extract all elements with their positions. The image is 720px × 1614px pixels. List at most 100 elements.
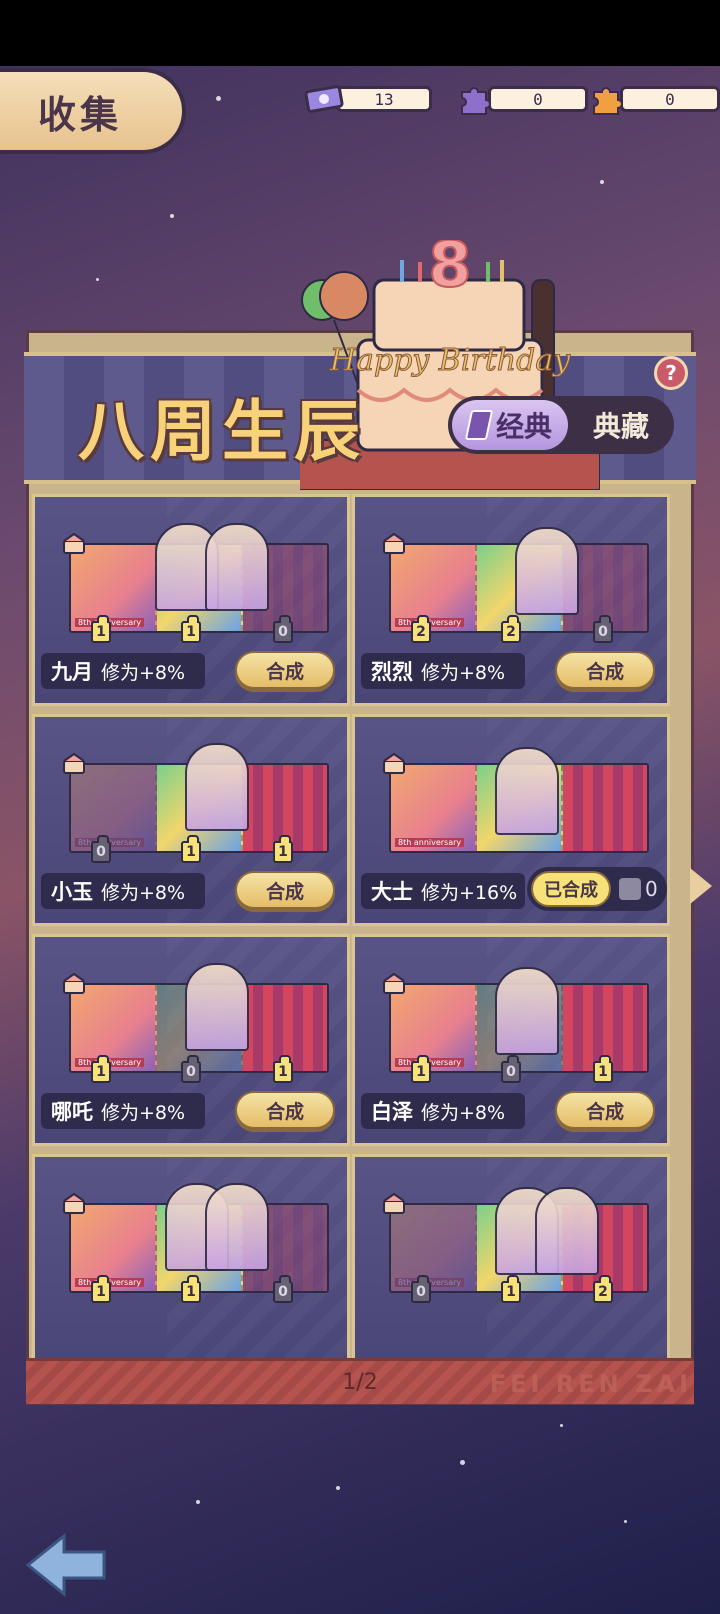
currency-purple-puzzle[interactable]: 0 xyxy=(456,84,588,115)
collection-card[interactable]: 8th anniversary 0 1 2 xyxy=(352,1154,670,1358)
currency-orange-puzzle[interactable]: 0 xyxy=(588,84,720,115)
merged-status: 已合成 0 xyxy=(527,867,667,911)
piece-counts: 2 2 0 xyxy=(355,615,667,647)
merge-button[interactable]: 合成 xyxy=(235,871,335,909)
cake-icon xyxy=(63,972,85,994)
piece-count-badge: 1 xyxy=(91,615,111,643)
character-name: 哪吒 xyxy=(51,1100,93,1124)
piece-count-badge: 1 xyxy=(181,1275,201,1303)
ticket-count: 13 xyxy=(336,86,432,112)
back-arrow-icon[interactable] xyxy=(24,1532,108,1598)
piece-counts: 1 0 1 xyxy=(35,1055,347,1087)
purple-puzzle-icon xyxy=(461,87,491,115)
bonus-text: 修为+8% xyxy=(101,661,186,684)
piece-count-badge: 0 xyxy=(593,615,613,643)
piece-count-badge: 1 xyxy=(181,835,201,863)
piece-count-badge: 0 xyxy=(501,1055,521,1083)
character-name: 烈烈 xyxy=(371,660,413,684)
watermark: FEI REN ZAI xyxy=(489,1370,692,1398)
piece-count-badge: 1 xyxy=(91,1275,111,1303)
bonus-text: 修为+8% xyxy=(421,1101,506,1124)
merge-button[interactable]: 合成 xyxy=(555,651,655,689)
piece-count-badge: 1 xyxy=(181,615,201,643)
puzzle-piece: 8th anniversary xyxy=(391,545,477,631)
mode-toggle[interactable]: 经典 典藏 xyxy=(448,396,674,454)
piece-counts: 0 1 2 xyxy=(355,1275,667,1307)
puzzle-piece: 8th anniversary xyxy=(391,985,477,1071)
character-name: 小玉 xyxy=(51,880,93,904)
character-figure xyxy=(495,747,559,835)
sparkle xyxy=(560,1424,563,1427)
purple-puzzle-count: 0 xyxy=(488,86,588,112)
card-grid: 8th anniversary 1 1 0 九月 修为+8% 合成 8th anniversa… xyxy=(32,494,688,1358)
card-name-tag: 九月 修为+8% xyxy=(41,653,205,689)
cake-number: 8 xyxy=(428,240,471,301)
piece-count-badge: 1 xyxy=(91,1055,111,1083)
card-chip-icon xyxy=(464,410,494,440)
piece-count-badge: 0 xyxy=(91,835,111,863)
collection-card[interactable]: 8th anniversary 1 0 1 哪吒 修为+8% 合成 xyxy=(32,934,350,1146)
puzzle-piece: 8th anniversary xyxy=(71,765,157,851)
puzzle-piece: 8th anniversary xyxy=(71,985,157,1071)
mode-collector-button[interactable]: 典藏 xyxy=(568,405,674,445)
piece-count-badge: 2 xyxy=(411,615,431,643)
card-name-tag: 大士 修为+16% xyxy=(361,873,525,909)
help-button[interactable]: ? xyxy=(654,356,688,390)
piece-count-badge: 0 xyxy=(273,615,293,643)
character-figure xyxy=(535,1187,599,1275)
puzzle-icon xyxy=(619,878,641,900)
merge-button[interactable]: 合成 xyxy=(235,1091,335,1129)
card-name-tag: 哪吒 修为+8% xyxy=(41,1093,205,1129)
collection-tab-label: 收集 xyxy=(38,92,123,137)
cake-text: Happy Birthday xyxy=(329,343,571,378)
orange-puzzle-icon xyxy=(593,87,623,115)
puzzle-piece xyxy=(563,765,647,851)
piece-counts: 1 1 0 xyxy=(35,615,347,647)
mode-classic-button[interactable]: 经典 xyxy=(452,400,568,450)
anniversary-label: 8th anniversary xyxy=(395,838,465,847)
sparkle xyxy=(170,214,174,218)
piece-count-badge: 2 xyxy=(501,615,521,643)
character-figure xyxy=(205,1183,269,1271)
piece-count-badge: 1 xyxy=(501,1275,521,1303)
character-figure xyxy=(185,963,249,1051)
piece-count-badge: 0 xyxy=(273,1275,293,1303)
collection-card[interactable]: 8th anniversary 2 2 0 烈烈 修为+8% 合成 xyxy=(352,494,670,706)
sparkle xyxy=(336,1486,340,1490)
piece-counts: 1 1 0 xyxy=(35,1275,347,1307)
piece-count-badge: 0 xyxy=(411,1275,431,1303)
currency-ticket[interactable]: 13 xyxy=(304,84,432,114)
collection-card[interactable]: 8th anniversary 1 0 1 白泽 修为+8% 合成 xyxy=(352,934,670,1146)
merge-button[interactable]: 合成 xyxy=(235,651,335,689)
merge-button[interactable]: 合成 xyxy=(555,1091,655,1129)
merged-badge: 已合成 xyxy=(531,871,611,907)
card-name-tag: 白泽 修为+8% xyxy=(361,1093,525,1129)
character-figure xyxy=(495,967,559,1055)
cake-icon xyxy=(383,1192,405,1214)
collection-tab[interactable]: 收集 xyxy=(0,68,186,154)
merged-puzzle-count: 0 xyxy=(619,877,658,901)
next-page-arrow-icon[interactable] xyxy=(690,868,712,904)
piece-count-badge: 1 xyxy=(273,835,293,863)
piece-count-badge: 2 xyxy=(593,1275,613,1303)
piece-count-badge: 1 xyxy=(593,1055,613,1083)
puzzle-piece: 8th anniversary xyxy=(391,1205,477,1291)
puzzle-piece: 8th anniversary xyxy=(71,545,157,631)
cake-icon xyxy=(63,532,85,554)
collection-card[interactable]: 8th anniversary 0 1 1 小玉 修为+8% 合成 xyxy=(32,714,350,926)
sparkle xyxy=(624,1520,627,1523)
collection-card[interactable]: 8th anniversary 大士 修为+16% 已合成 0 xyxy=(352,714,670,926)
cake-icon xyxy=(63,1192,85,1214)
puzzle-count-value: 0 xyxy=(645,877,658,901)
puzzle-piece: 8th anniversary xyxy=(391,765,477,851)
collection-card[interactable]: 8th anniversary 1 1 0 九月 修为+8% 合成 xyxy=(32,494,350,706)
piece-count-badge: 0 xyxy=(181,1055,201,1083)
piece-count-badge: 1 xyxy=(411,1055,431,1083)
sparkle xyxy=(96,278,99,281)
sparkle xyxy=(460,1460,465,1465)
bonus-text: 修为+16% xyxy=(421,881,518,904)
cake-icon xyxy=(63,752,85,774)
bonus-text: 修为+8% xyxy=(421,661,506,684)
collection-card[interactable]: 8th anniversary 1 1 0 xyxy=(32,1154,350,1358)
character-figure xyxy=(185,743,249,831)
